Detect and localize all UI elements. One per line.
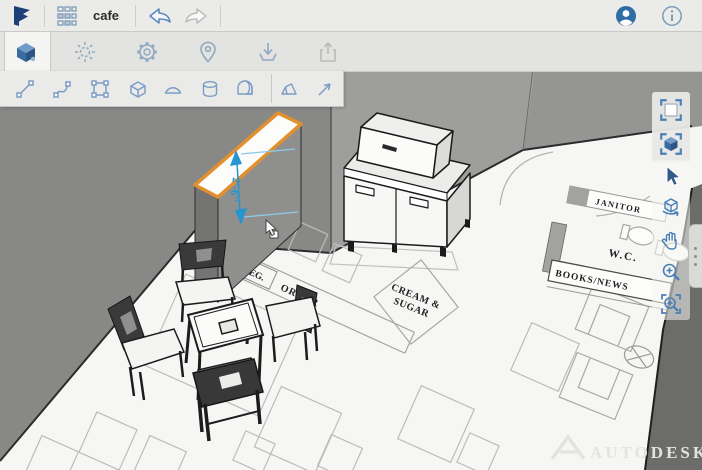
formit-app-window: REG. ORDER CREAM & SUGAR JANITOR W.C.	[0, 0, 702, 470]
watermark-text: AUTODESK	[590, 443, 702, 462]
draw-toolbar	[0, 71, 344, 107]
divider	[271, 74, 272, 103]
pan-tool-button[interactable]	[652, 224, 690, 256]
tool-line[interactable]	[12, 76, 38, 102]
formit-logo[interactable]	[6, 2, 38, 30]
document-title: cafe	[83, 8, 129, 23]
tool-measure[interactable]	[312, 76, 338, 102]
tool-spline[interactable]	[49, 76, 75, 102]
tab-environment[interactable]	[72, 39, 98, 65]
select-tool-button[interactable]	[652, 160, 690, 192]
divider	[220, 5, 221, 27]
main-toolbar	[0, 31, 702, 72]
divider	[44, 5, 45, 27]
tool-half-cylinder[interactable]	[232, 76, 258, 102]
tab-export[interactable]	[315, 39, 341, 65]
prep-counter[interactable]	[344, 113, 470, 257]
tool-cylinder[interactable]	[197, 76, 223, 102]
tool-dome[interactable]	[160, 76, 186, 102]
tab-import[interactable]	[255, 39, 281, 65]
tool-box[interactable]	[125, 76, 151, 102]
panel-drawer-handle[interactable]	[688, 224, 702, 288]
divider	[135, 5, 136, 27]
zoom-extents-button[interactable]	[652, 94, 690, 126]
tab-shapes[interactable]	[13, 39, 39, 65]
zoom-in-tool-button[interactable]	[652, 256, 690, 288]
zoom-window-button[interactable]	[652, 288, 690, 320]
tab-settings[interactable]	[134, 39, 160, 65]
tab-location[interactable]	[195, 39, 221, 65]
redo-button[interactable]	[178, 2, 214, 30]
info-button[interactable]	[656, 2, 688, 30]
zoom-selection-button[interactable]	[652, 128, 690, 160]
tool-wedge[interactable]	[276, 76, 302, 102]
top-bar: cafe	[0, 0, 702, 32]
tool-rectangle[interactable]	[87, 76, 113, 102]
view-controls-top	[652, 92, 690, 162]
account-button[interactable]	[610, 2, 642, 30]
app-grid-icon[interactable]	[51, 2, 83, 30]
undo-button[interactable]	[142, 2, 178, 30]
orbit-tool-button[interactable]	[652, 192, 690, 224]
view-controls-main	[652, 160, 690, 320]
